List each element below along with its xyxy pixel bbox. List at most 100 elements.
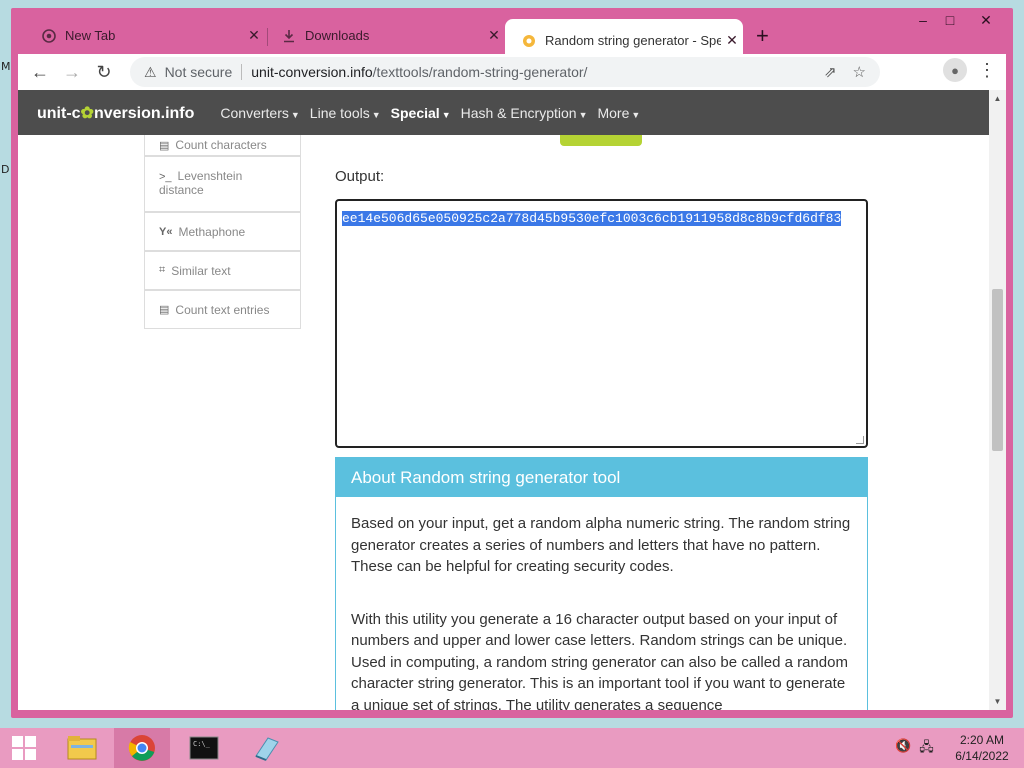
scroll-up-icon[interactable]: ▲	[989, 90, 1006, 107]
url-host: unit-conversion.info	[251, 64, 373, 80]
tab-label: New Tab	[65, 28, 116, 43]
clock-time: 2:20 AM	[959, 733, 1005, 747]
caret-down-icon: ▼	[290, 109, 300, 120]
notepad-icon	[255, 737, 279, 761]
about-panel: About Random string generator tool Based…	[335, 457, 868, 710]
chrome-icon	[41, 28, 57, 44]
menu-label: Hash & Encryption	[460, 104, 577, 121]
list-icon: ▤	[159, 304, 170, 316]
tab-new-tab[interactable]: New Tab ✕	[25, 20, 265, 51]
start-button[interactable]	[0, 728, 48, 768]
taskbar-app[interactable]	[238, 728, 294, 768]
browser-window: New Tab ✕ Downloads ✕ Random string gene…	[11, 8, 1013, 718]
menu-label: Line tools	[309, 104, 370, 121]
close-window-button[interactable]: ✕	[971, 12, 1001, 29]
site-navbar: unit-c✿nversion.info Converters ▼ Line to…	[18, 90, 989, 135]
taskbar-file-explorer[interactable]	[54, 728, 110, 768]
about-paragraph: Based on your input, get a random alpha …	[351, 515, 851, 575]
system-clock[interactable]: 2:20 AM 6/14/2022	[952, 732, 1012, 764]
minimize-button[interactable]: –	[908, 12, 938, 28]
caret-down-icon: ▼	[631, 109, 641, 120]
forward-arrow-icon: →	[63, 61, 81, 82]
logo-text: unit-c	[37, 104, 81, 122]
page-viewport: unit-c✿nversion.info Converters ▼ Line to…	[18, 90, 1006, 710]
windows-logo-icon	[12, 736, 36, 760]
resize-handle-icon[interactable]	[856, 436, 864, 444]
network-icon[interactable]: 🖧	[919, 738, 934, 760]
tab-downloads[interactable]: Downloads ✕	[265, 20, 505, 51]
share-icon[interactable]: ⇗	[824, 63, 837, 81]
caret-down-icon: ▼	[578, 109, 588, 120]
menu-special[interactable]: Special ▼	[391, 105, 451, 121]
sidebar-item-label: distance	[159, 183, 204, 197]
output-textarea[interactable]: ee14e506d65e050925c2a778d45b9530efc1003c…	[335, 199, 868, 448]
clock-date: 6/14/2022	[955, 749, 1009, 763]
close-icon[interactable]: ✕	[721, 32, 743, 49]
menu-hash-encryption[interactable]: Hash & Encryption ▼	[461, 105, 588, 121]
desktop-icon-label: D	[1, 163, 10, 176]
back-button[interactable]: ←	[24, 56, 56, 88]
back-arrow-icon: ←	[31, 61, 49, 82]
reload-icon: ↻	[96, 61, 112, 82]
tools-sidebar: ▤ Count characters >_ Levenshtein distanc…	[144, 135, 301, 329]
sidebar-item-count-text-entries[interactable]: ▤ Count text entries	[144, 290, 301, 329]
terminal-icon: >_	[159, 171, 172, 183]
caret-down-icon: ▼	[371, 109, 381, 120]
site-logo[interactable]: unit-c✿nversion.info	[37, 103, 194, 123]
bookmark-star-icon[interactable]: ☆	[853, 63, 866, 81]
svg-text:C:\_: C:\_	[193, 740, 211, 748]
menu-label: More	[597, 104, 630, 121]
reload-button[interactable]: ↻	[88, 56, 120, 88]
page-scrollbar[interactable]: ▲ ▼	[989, 90, 1006, 710]
terminal-icon: C:\_	[189, 736, 219, 760]
address-bar[interactable]: ⚠ Not secure unit-conversion.info/textto…	[130, 57, 880, 87]
scrollbar-thumb[interactable]	[992, 289, 1003, 451]
about-body: Based on your input, get a random alpha …	[336, 497, 867, 710]
methaphone-icon: Y«	[159, 225, 173, 238]
volume-muted-icon[interactable]: 🔇	[895, 738, 911, 760]
sidebar-item-levenshtein[interactable]: >_ Levenshtein distance	[144, 156, 301, 212]
scroll-down-icon[interactable]: ▼	[989, 693, 1006, 710]
taskbar-terminal[interactable]: C:\_	[176, 728, 232, 768]
menu-more[interactable]: More ▼	[597, 105, 640, 121]
about-title: About Random string generator tool	[336, 458, 867, 497]
menu-converters[interactable]: Converters ▼	[220, 105, 299, 121]
warning-icon[interactable]: ⚠	[144, 64, 157, 81]
new-tab-button[interactable]: +	[756, 23, 769, 49]
taskbar-chrome[interactable]	[114, 728, 170, 768]
tab-label: Downloads	[305, 28, 370, 43]
desktop-icon-label: M	[1, 60, 11, 73]
count-icon: ▤	[159, 140, 170, 152]
profile-avatar-icon[interactable]: ●	[943, 58, 967, 82]
chrome-icon	[128, 735, 155, 761]
sidebar-item-label: Count text entries	[175, 302, 270, 317]
menu-label: Converters	[220, 104, 289, 121]
generate-button[interactable]	[560, 135, 642, 146]
folder-icon	[67, 736, 97, 760]
site-favicon-icon	[521, 33, 537, 49]
sidebar-item-label: Similar text	[171, 263, 231, 278]
menu-kebab-icon[interactable]: ⋮	[975, 58, 999, 82]
sidebar-item-methaphone[interactable]: Y« Methaphone	[144, 212, 301, 251]
menu-label: Special	[390, 104, 440, 121]
url-path: /texttools/random-string-generator/	[372, 64, 588, 80]
menu-line-tools[interactable]: Line tools ▼	[310, 105, 381, 121]
maximize-button[interactable]: □	[935, 12, 965, 28]
caret-down-icon: ▼	[441, 109, 451, 120]
sidebar-item-count-characters[interactable]: ▤ Count characters	[144, 135, 301, 156]
close-icon[interactable]: ✕	[483, 27, 505, 44]
close-icon[interactable]: ✕	[243, 27, 265, 44]
sidebar-item-label: Count characters	[175, 138, 267, 152]
tab-label: Random string generator - Speci	[545, 33, 721, 48]
divider	[241, 64, 243, 80]
sidebar-item-label: Methaphone	[178, 224, 246, 239]
sidebar-item-label: Levenshtein	[177, 169, 243, 183]
download-icon	[281, 28, 297, 44]
output-text[interactable]: ee14e506d65e050925c2a778d45b9530efc1003c…	[342, 208, 862, 230]
security-label[interactable]: Not secure	[165, 64, 233, 80]
browser-toolbar: ← → ↻ ⚠ Not secure unit-conversion.info /…	[18, 54, 1006, 90]
output-label: Output:	[335, 168, 385, 185]
forward-button[interactable]: →	[56, 56, 88, 88]
sidebar-item-similar-text[interactable]: ⌗ Similar text	[144, 251, 301, 290]
system-tray: 🔇 🖧	[895, 738, 934, 760]
